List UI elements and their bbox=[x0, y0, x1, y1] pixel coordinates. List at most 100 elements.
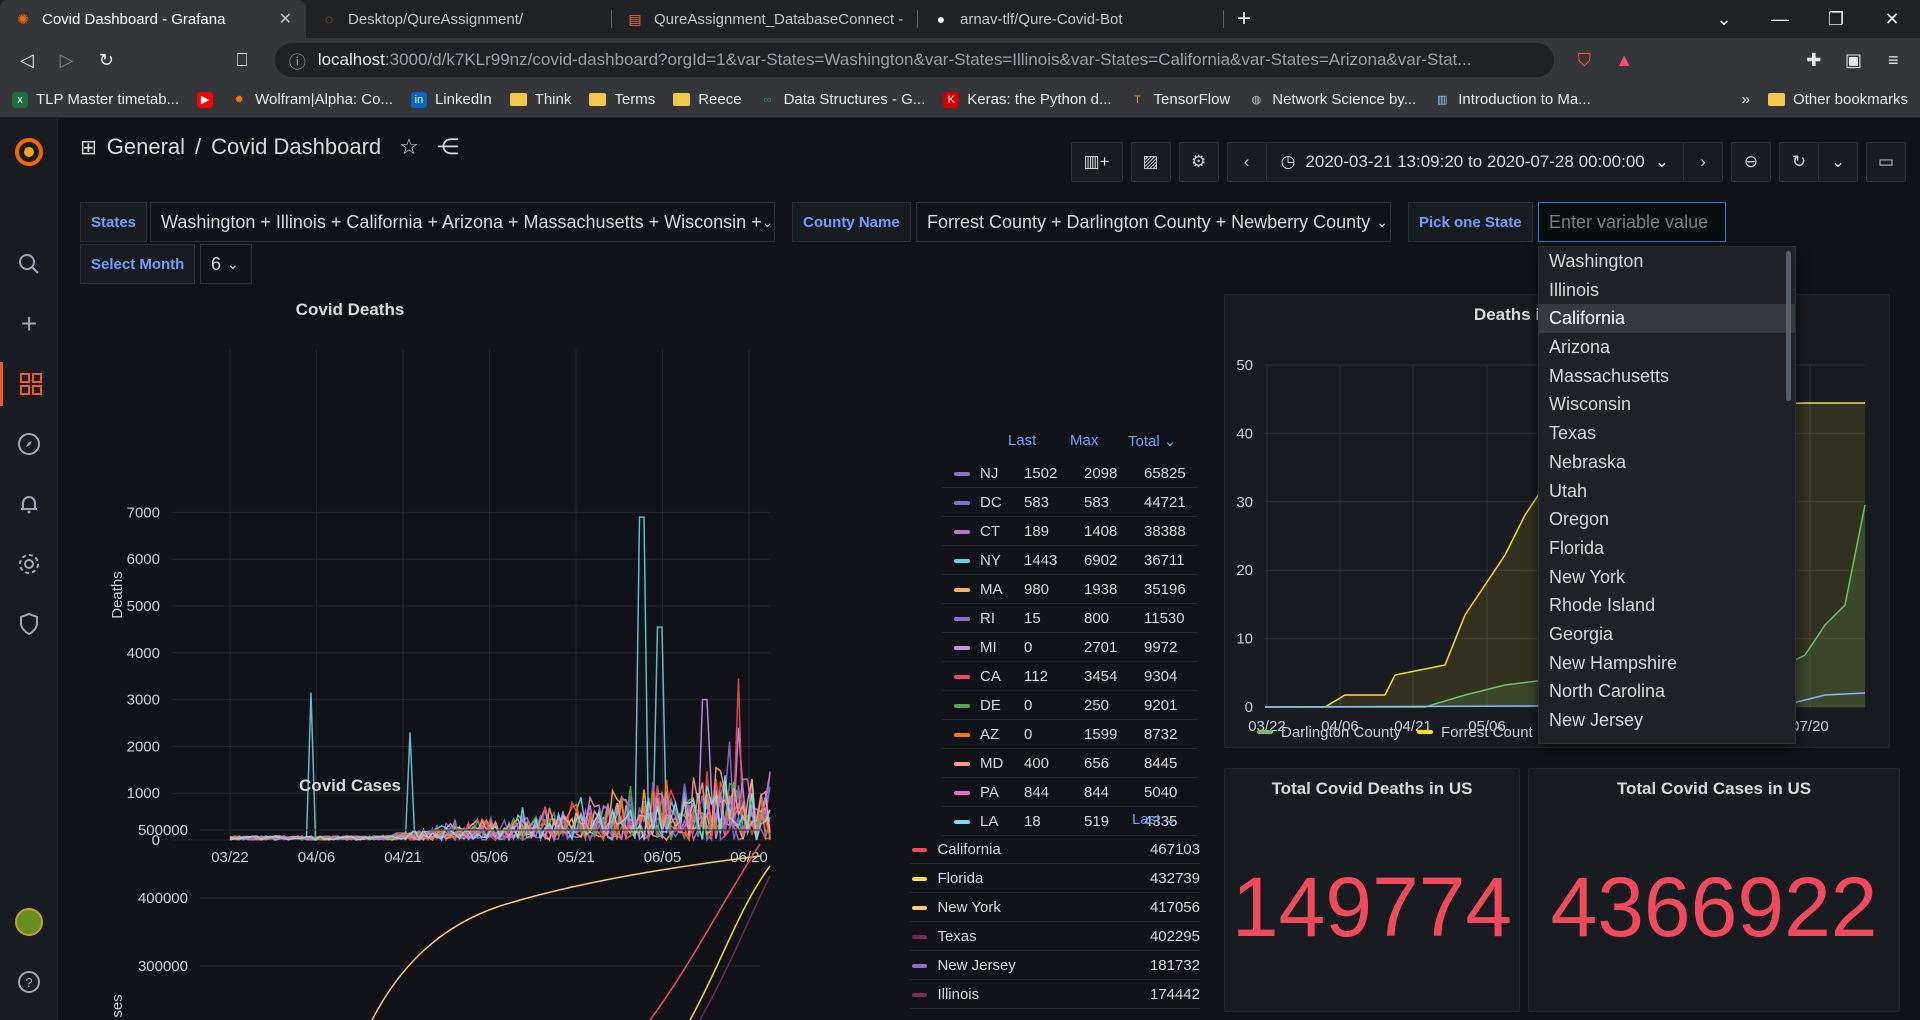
time-back-icon[interactable]: ‹ bbox=[1226, 142, 1267, 182]
alerting-icon[interactable] bbox=[0, 482, 58, 526]
bookmark-item[interactable]: ▶ bbox=[197, 91, 214, 108]
forward-icon[interactable]: ▷ bbox=[50, 43, 84, 77]
minimize-icon[interactable]: — bbox=[1752, 9, 1808, 30]
close-icon[interactable]: ✕ bbox=[279, 9, 292, 29]
reload-icon[interactable]: ↻ bbox=[89, 43, 123, 77]
dropdown-option[interactable]: North Carolina bbox=[1539, 677, 1795, 706]
dropdown-option[interactable]: New Hampshire bbox=[1539, 649, 1795, 678]
refresh-interval-chevron-icon[interactable]: ⌄ bbox=[1818, 142, 1858, 182]
dropdown-option[interactable]: Utah bbox=[1539, 477, 1795, 506]
brave-rewards-icon[interactable]: ▲ bbox=[1607, 43, 1641, 77]
states-select[interactable]: Washington + Illinois + California + Ari… bbox=[150, 202, 775, 242]
bookmark-folder[interactable]: Reece bbox=[673, 91, 742, 108]
legend-row[interactable]: Texas 402295 bbox=[910, 923, 1200, 951]
legend-header-total[interactable]: Total ⌄ bbox=[1128, 432, 1176, 450]
legend-row[interactable]: DE 0 250 9201 bbox=[942, 692, 1197, 720]
server-admin-icon[interactable] bbox=[0, 602, 58, 646]
dashboards-icon[interactable] bbox=[0, 362, 58, 406]
back-icon[interactable]: ◁ bbox=[10, 43, 44, 77]
bookmark-item[interactable]: x TLP Master timetab... bbox=[12, 91, 179, 108]
tv-mode-icon[interactable]: ▭ bbox=[1866, 142, 1906, 182]
pick-one-state-input[interactable]: Enter variable value bbox=[1538, 202, 1726, 242]
tab-search-icon[interactable]: ⌄ bbox=[1696, 9, 1752, 30]
bookmark-item[interactable]: T TensorFlow bbox=[1130, 91, 1230, 108]
other-bookmarks[interactable]: Other bookmarks bbox=[1767, 91, 1908, 108]
help-icon[interactable]: ? bbox=[0, 960, 58, 1004]
dropdown-option[interactable]: New Jersey bbox=[1539, 706, 1795, 735]
legend-row[interactable]: MA 980 1938 35196 bbox=[942, 576, 1197, 604]
info-icon[interactable]: ⓘ bbox=[289, 48, 306, 73]
dropdown-option[interactable]: Illinois bbox=[1539, 276, 1795, 305]
new-tab-button[interactable]: + bbox=[1224, 0, 1264, 38]
bookmark-item[interactable]: K Keras: the Python d... bbox=[943, 91, 1112, 108]
breadcrumb-folder[interactable]: General bbox=[107, 134, 185, 160]
legend-row[interactable]: AZ 0 1599 8732 bbox=[942, 721, 1197, 749]
legend-row[interactable]: CT 189 1408 38388 bbox=[942, 518, 1197, 546]
legend-row[interactable]: New Jersey 181732 bbox=[910, 952, 1200, 980]
wallet-icon[interactable]: ▣ bbox=[1837, 43, 1871, 77]
legend-row[interactable]: MI 0 2701 9972 bbox=[942, 634, 1197, 662]
bookmark-icon[interactable]: ⎕ bbox=[225, 43, 259, 77]
legend-row[interactable]: Illinois 174442 bbox=[910, 981, 1200, 1009]
legend-row[interactable]: Florida 432739 bbox=[910, 865, 1200, 893]
zoom-out-icon[interactable]: ⊖ bbox=[1731, 142, 1771, 182]
legend-row[interactable]: DC 583 583 44721 bbox=[942, 489, 1197, 517]
share-icon[interactable]: ⋲ bbox=[437, 134, 459, 160]
save-dashboard-icon[interactable]: ▨ bbox=[1130, 142, 1171, 182]
explore-icon[interactable] bbox=[0, 422, 58, 466]
user-avatar[interactable] bbox=[0, 900, 58, 944]
maximize-icon[interactable]: ❐ bbox=[1808, 9, 1864, 30]
legend-row[interactable]: NJ 1502 2098 65825 bbox=[942, 460, 1197, 488]
county-name-select[interactable]: Forrest County + Darlington County + New… bbox=[916, 202, 1391, 242]
tab-grafana[interactable]: ✺ Covid Dashboard - Grafana ✕ bbox=[0, 0, 306, 38]
dropdown-option[interactable]: Washington bbox=[1539, 247, 1795, 276]
bookmark-item[interactable]: ✹ Wolfram|Alpha: Co... bbox=[231, 91, 393, 108]
bookmark-folder[interactable]: Terms bbox=[589, 91, 655, 108]
legend-row[interactable]: California 467103 bbox=[910, 836, 1200, 864]
dashboard-settings-icon[interactable]: ⚙ bbox=[1178, 142, 1219, 182]
dropdown-option[interactable]: Georgia bbox=[1539, 620, 1795, 649]
bookmark-item[interactable]: in LinkedIn bbox=[410, 91, 492, 108]
tab-jupyter[interactable]: ◌ Desktop/QureAssignment/ bbox=[306, 0, 612, 38]
bookmark-item[interactable]: ▥ Introduction to Ma... bbox=[1434, 91, 1591, 108]
dropdown-option[interactable]: Nebraska bbox=[1539, 448, 1795, 477]
configuration-icon[interactable] bbox=[0, 542, 58, 586]
address-bar[interactable]: ⓘ localhost:3000/d/k7KLr99nz/covid-dashb… bbox=[274, 43, 1554, 77]
dropdown-option[interactable]: Florida bbox=[1539, 534, 1795, 563]
search-icon[interactable] bbox=[0, 242, 58, 286]
legend-row[interactable]: New York 417056 bbox=[910, 894, 1200, 922]
grafana-logo-icon[interactable] bbox=[13, 136, 45, 168]
dropdown-option[interactable]: Massachusetts bbox=[1539, 362, 1795, 391]
bookmark-item[interactable]: ∞ Data Structures - G... bbox=[760, 91, 926, 108]
dropdown-option[interactable]: California bbox=[1539, 304, 1795, 334]
dropdown-option[interactable]: Oregon bbox=[1539, 505, 1795, 534]
legend-row[interactable]: CA 112 3454 9304 bbox=[942, 663, 1197, 691]
legend-header-last[interactable]: Last ⌄ bbox=[1132, 810, 1177, 828]
bookmark-folder[interactable]: Think bbox=[509, 91, 571, 108]
dropdown-option[interactable]: Arizona bbox=[1539, 333, 1795, 362]
bookmark-item[interactable]: ◍ Network Science by... bbox=[1248, 91, 1416, 108]
tab-notebook[interactable]: ▤ QureAssignment_DatabaseConnect - J bbox=[612, 0, 918, 38]
dropdown-option[interactable]: Texas bbox=[1539, 419, 1795, 448]
legend-row[interactable]: NY 1443 6902 36711 bbox=[942, 547, 1197, 575]
legend-row[interactable]: RI 15 800 11530 bbox=[942, 605, 1197, 633]
dropdown-option[interactable]: Rhode Island bbox=[1539, 591, 1795, 620]
brave-shield-icon[interactable]: ⛉ bbox=[1568, 43, 1602, 77]
time-forward-icon[interactable]: › bbox=[1683, 142, 1723, 182]
create-icon[interactable]: + bbox=[0, 302, 58, 346]
dropdown-scrollbar[interactable] bbox=[1786, 251, 1791, 401]
legend-header-max[interactable]: Max bbox=[1070, 432, 1098, 449]
legend-header-last[interactable]: Last bbox=[1008, 432, 1036, 449]
star-icon[interactable]: ☆ bbox=[399, 134, 419, 160]
close-window-icon[interactable]: ✕ bbox=[1864, 9, 1920, 30]
dropdown-option[interactable]: New York bbox=[1539, 563, 1795, 592]
menu-icon[interactable]: ≡ bbox=[1876, 43, 1910, 77]
more-bookmarks-icon[interactable]: » bbox=[1742, 91, 1750, 108]
page-title[interactable]: Covid Dashboard bbox=[211, 134, 381, 160]
tab-github[interactable]: ● arnav-tlf/Qure-Covid-Bot bbox=[918, 0, 1224, 38]
refresh-icon[interactable]: ↻ bbox=[1779, 142, 1819, 182]
add-panel-icon[interactable]: ▥+ bbox=[1070, 142, 1123, 182]
time-range-picker[interactable]: ◷ 2020-03-21 13:09:20 to 2020-07-28 00:0… bbox=[1265, 142, 1684, 182]
dropdown-option[interactable]: Wisconsin bbox=[1539, 390, 1795, 419]
select-month-select[interactable]: 6 ⌄ bbox=[200, 244, 252, 284]
